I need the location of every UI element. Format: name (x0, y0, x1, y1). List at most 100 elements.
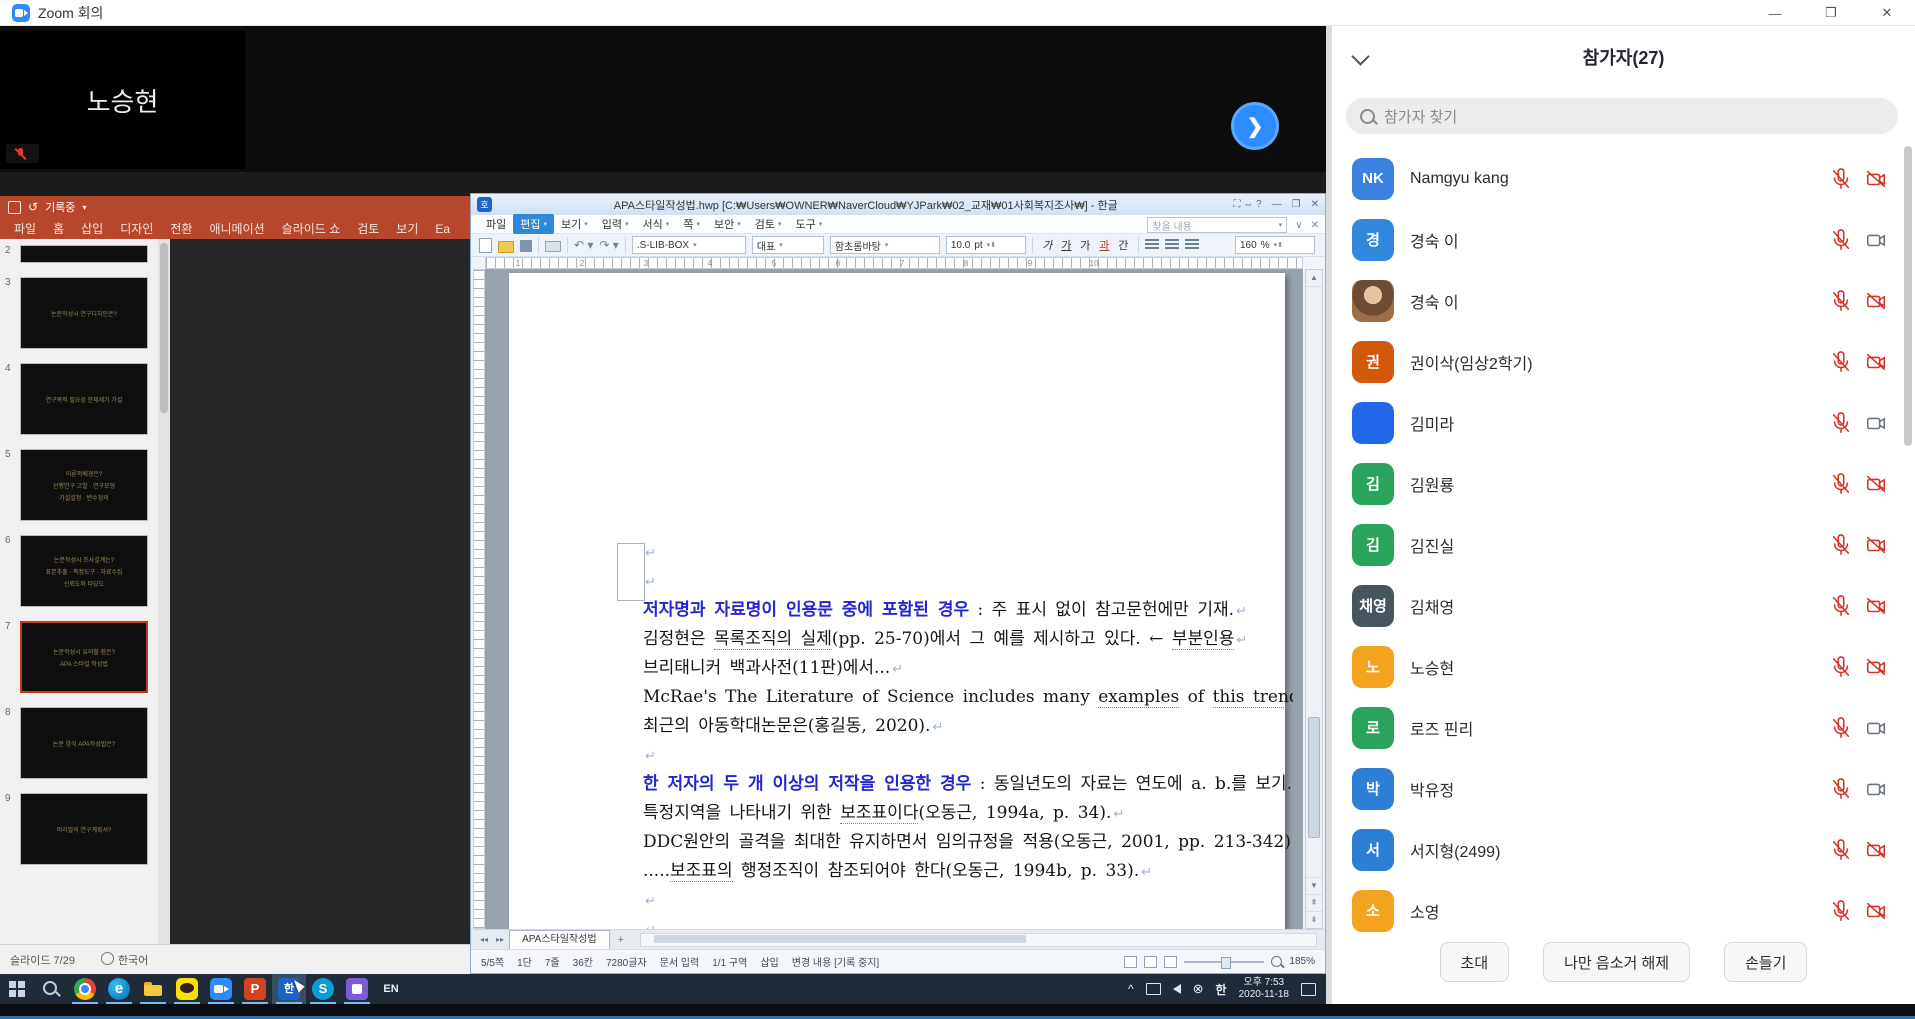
notification-center-icon[interactable] (1301, 983, 1316, 996)
minimize-button[interactable]: — (1747, 0, 1803, 26)
font-dropdown[interactable]: 함초롬바탕▾ (830, 236, 940, 254)
view-mode-icon[interactable] (1164, 956, 1177, 968)
page-up-icon[interactable]: ⇞ (1306, 894, 1322, 911)
format-button[interactable]: 과 (1096, 237, 1113, 253)
menu-item[interactable]: 삽입 (81, 220, 103, 237)
taskbar-app-icon[interactable] (306, 974, 340, 1004)
hwp-menu-item[interactable]: 서식▾ (636, 214, 677, 234)
document-tab[interactable]: APA스타일작성법 (509, 930, 609, 949)
zoom-percent[interactable]: 185% (1289, 956, 1315, 967)
save-icon[interactable] (8, 201, 21, 214)
participant-row[interactable]: 경 경숙 이 (1332, 209, 1915, 270)
page-down-icon[interactable]: ⇟ (1306, 911, 1322, 928)
chevron-down-icon[interactable]: ▾ (82, 203, 86, 212)
style-dropdown[interactable]: .S-LIB-BOX▾ (632, 236, 746, 254)
slide-editor-area[interactable] (170, 239, 470, 944)
menu-item[interactable]: 홈 (53, 220, 64, 237)
slide-thumbnail[interactable]: 논문작성시 유의할 점은?APA 스타일 작성법 (20, 621, 148, 693)
video-tile[interactable]: 노승현 (0, 31, 245, 169)
participant-row[interactable]: 서 서지형(2499) (1332, 819, 1915, 880)
find-close-icon[interactable]: ✕ (1311, 220, 1319, 231)
vertical-scrollbar[interactable]: ▲ ▼ ⇞ ⇟ (1305, 269, 1323, 929)
new-document-icon[interactable] (479, 238, 492, 253)
zoom-slider[interactable] (1184, 961, 1264, 963)
taskbar-app-icon[interactable] (0, 974, 34, 1004)
menu-item[interactable]: 디자인 (120, 220, 153, 237)
menu-item[interactable]: 파일 (14, 220, 36, 237)
document-page[interactable]: ↵ ↵ 저자명과 자료명이 인용문 중에 포함된 경우 : 주 표시 없이 참고… (509, 273, 1285, 929)
slide-thumbnail[interactable]: 논문작성시 연구디자인은? (20, 277, 148, 349)
font-size-stepper[interactable]: 10.0pt▾⬍ (946, 236, 1026, 254)
hwp-menu-item[interactable]: 편집▾ (513, 214, 554, 234)
language-indicator[interactable]: 한 (1216, 981, 1227, 998)
taskbar-app-icon[interactable] (272, 974, 306, 1004)
find-expand-icon[interactable]: ∨ (1295, 220, 1302, 231)
participant-row[interactable]: 김미라 (1332, 392, 1915, 453)
scrollbar-thumb[interactable] (654, 935, 1025, 943)
tab-nav-back-icon[interactable]: ◂◂ (477, 935, 491, 944)
hwp-menu-item[interactable]: 입력▾ (595, 214, 636, 234)
horizontal-scrollbar[interactable] (640, 933, 1317, 947)
clock[interactable]: 오후 7:53 2020-11-18 (1239, 977, 1289, 1001)
participant-row[interactable]: NK Namgyu kang (1332, 148, 1915, 209)
format-button[interactable]: 가 (1039, 237, 1056, 253)
undo-icon[interactable]: ↶ ▾ (574, 238, 593, 252)
taskbar-app-icon[interactable] (136, 974, 170, 1004)
participant-row[interactable]: 채영 김채영 (1332, 575, 1915, 636)
format-button[interactable]: 가 (1077, 237, 1094, 253)
slide-thumbnail[interactable]: 이론적배경은?선행연구 고찰 · 연구모형가설설정 · 변수정의 (20, 449, 148, 521)
next-page-button[interactable]: ❯ (1231, 102, 1279, 150)
panel-footer-button[interactable]: 손들기 (1724, 942, 1807, 982)
tab-nav-forward-icon[interactable]: ▸▸ (493, 935, 507, 944)
scroll-up-icon[interactable]: ▲ (1306, 270, 1322, 287)
hwp-menu-item[interactable]: 쪽▾ (676, 214, 707, 234)
format-button[interactable]: 간 (1115, 237, 1132, 253)
magnifier-icon[interactable] (1271, 956, 1282, 967)
menu-item[interactable]: Ea (435, 222, 450, 236)
menu-item[interactable]: 슬라이드 쇼 (282, 220, 341, 237)
hwp-extra-controls[interactable]: ⛶ ⇔ ? (1234, 199, 1262, 210)
rail-scrollbar[interactable] (158, 239, 170, 944)
taskbar-app-icon[interactable] (340, 974, 374, 1004)
network-icon[interactable] (1146, 983, 1161, 995)
chevron-down-icon[interactable] (1351, 47, 1369, 65)
menu-item[interactable]: 전환 (170, 220, 192, 237)
participant-row[interactable]: 로 로즈 핀리 (1332, 697, 1915, 758)
hwp-minimize-button[interactable]: — (1272, 199, 1282, 210)
maximize-button[interactable]: ❐ (1803, 0, 1859, 26)
hwp-menu-item[interactable]: 보기▾ (554, 214, 595, 234)
hwp-close-button[interactable]: ✕ (1311, 199, 1319, 210)
scroll-down-icon[interactable]: ▼ (1306, 877, 1322, 894)
participant-row[interactable]: 소 소영 (1332, 880, 1915, 941)
align-left-icon[interactable] (1165, 239, 1179, 251)
participant-search-input[interactable]: 참가자 찾기 (1346, 98, 1898, 134)
save-icon[interactable] (520, 240, 532, 252)
close-button[interactable]: ✕ (1859, 0, 1915, 26)
hwp-menu-item[interactable]: 파일▾ (479, 214, 513, 234)
taskbar-app-icon[interactable] (204, 974, 238, 1004)
menu-item[interactable]: 검토 (357, 220, 379, 237)
slide-thumbnail[interactable] (20, 245, 148, 263)
zoom-level-stepper[interactable]: 160%▾⬍ (1235, 236, 1315, 254)
document-text[interactable]: ↵ ↵ 저자명과 자료명이 인용문 중에 포함된 경우 : 주 표시 없이 참고… (643, 538, 1293, 929)
hwp-maximize-button[interactable]: ❐ (1292, 199, 1301, 210)
status-x-icon[interactable]: ⊗ (1193, 981, 1204, 997)
view-mode-icon[interactable] (1124, 956, 1137, 968)
hwp-menu-item[interactable]: 보안▾ (707, 214, 748, 234)
volume-icon[interactable] (1173, 984, 1181, 994)
align-justify-icon[interactable] (1145, 239, 1159, 251)
taskbar-app-icon[interactable] (68, 974, 102, 1004)
slide-thumbnail[interactable]: 머리말의 연구계획서? (20, 793, 148, 865)
participant-row[interactable]: 김 김진실 (1332, 514, 1915, 575)
hwp-menu-item[interactable]: 도구▾ (788, 214, 829, 234)
taskbar-app-icon[interactable] (102, 974, 136, 1004)
taskbar-app-icon[interactable] (34, 974, 68, 1004)
undo-icon[interactable]: ↺ (28, 200, 38, 214)
menu-item[interactable]: 애니메이션 (209, 220, 264, 237)
menu-item[interactable]: 보기 (396, 220, 418, 237)
taskbar-app-icon[interactable] (170, 974, 204, 1004)
view-mode-icon[interactable] (1144, 956, 1157, 968)
align-center-icon[interactable] (1185, 239, 1199, 251)
print-icon[interactable] (545, 241, 561, 252)
taskbar-app-icon[interactable] (238, 974, 272, 1004)
